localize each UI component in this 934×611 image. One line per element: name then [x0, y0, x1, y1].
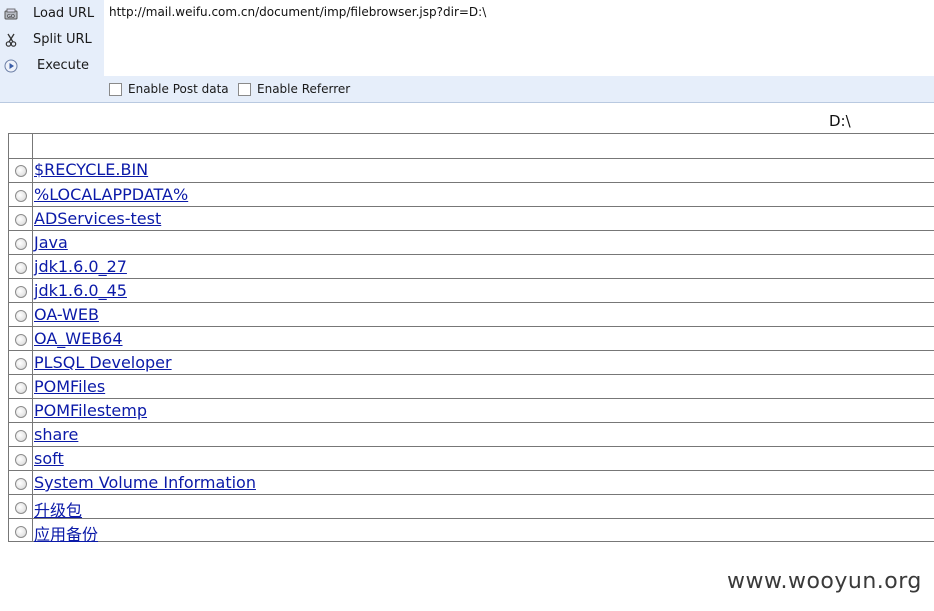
toolbar-button-column: GO Load URL Split URL Execute	[0, 0, 104, 78]
table-row: jdk1.6.0_27	[9, 254, 934, 278]
table-row: POMFilestemp	[9, 398, 934, 422]
column-divider	[32, 399, 33, 422]
current-directory: D:\	[829, 112, 851, 130]
split-url-label: Split URL	[33, 32, 92, 47]
row-select-radio[interactable]	[15, 406, 27, 418]
folder-link[interactable]: PLSQL Developer	[34, 353, 172, 372]
table-row: PLSQL Developer	[9, 350, 934, 374]
table-row: 应用备份	[9, 518, 934, 545]
play-icon	[4, 59, 18, 73]
row-select-radio[interactable]	[15, 382, 27, 394]
folder-link[interactable]: System Volume Information	[34, 473, 256, 492]
scissors-icon	[5, 33, 17, 47]
folder-link[interactable]: OA-WEB	[34, 305, 99, 324]
table-row: %LOCALAPPDATA%	[9, 182, 934, 206]
enable-post-data-checkbox[interactable]	[109, 83, 122, 96]
column-divider	[32, 375, 33, 398]
table-row: System Volume Information	[9, 470, 934, 494]
column-divider	[32, 471, 33, 494]
folder-link[interactable]: jdk1.6.0_27	[34, 257, 127, 276]
load-url-button[interactable]: GO Load URL	[0, 2, 104, 26]
execute-button[interactable]: Execute	[0, 54, 104, 78]
table-header-row	[9, 134, 934, 159]
table-row: share	[9, 422, 934, 446]
table-row: $RECYCLE.BIN	[9, 158, 934, 182]
column-divider	[32, 231, 33, 254]
header-divider	[32, 134, 33, 158]
folder-link[interactable]: Java	[34, 233, 68, 252]
row-select-radio[interactable]	[15, 334, 27, 346]
row-select-radio[interactable]	[15, 358, 27, 370]
folder-link[interactable]: POMFiles	[34, 377, 105, 396]
column-divider	[32, 207, 33, 230]
folder-link[interactable]: %LOCALAPPDATA%	[34, 185, 188, 204]
row-select-radio[interactable]	[15, 238, 27, 250]
folder-link[interactable]: POMFilestemp	[34, 401, 147, 420]
watermark: www.wooyun.org	[727, 569, 922, 594]
folder-link[interactable]: 应用备份	[34, 521, 98, 545]
enable-post-data-label: Enable Post data	[128, 82, 229, 96]
file-table: $RECYCLE.BIN %LOCALAPPDATA% ADServices-tes…	[8, 133, 934, 545]
table-row: soft	[9, 446, 934, 470]
hackbar-toolbar: GO Load URL Split URL Execute http://mai…	[0, 0, 934, 103]
column-divider	[32, 327, 33, 350]
row-select-radio[interactable]	[15, 165, 27, 177]
enable-referrer-label: Enable Referrer	[257, 82, 351, 96]
column-divider	[32, 279, 33, 302]
column-divider	[32, 255, 33, 278]
column-divider	[32, 447, 33, 470]
row-select-radio[interactable]	[15, 310, 27, 322]
svg-text:GO: GO	[7, 14, 15, 20]
row-select-radio[interactable]	[15, 478, 27, 490]
row-select-radio[interactable]	[15, 214, 27, 226]
row-select-radio[interactable]	[15, 454, 27, 466]
table-row: OA-WEB	[9, 302, 934, 326]
row-select-radio[interactable]	[15, 190, 27, 202]
column-divider	[32, 351, 33, 374]
row-select-radio[interactable]	[15, 526, 27, 538]
table-row: 升级包	[9, 494, 934, 520]
column-divider	[32, 423, 33, 446]
table-row: Java	[9, 230, 934, 254]
row-select-radio[interactable]	[15, 262, 27, 274]
table-row: POMFiles	[9, 374, 934, 398]
column-divider	[32, 495, 33, 518]
table-row: ADServices-test	[9, 206, 934, 230]
folder-link[interactable]: ADServices-test	[34, 209, 161, 228]
table-row: OA_WEB64	[9, 326, 934, 350]
execute-label: Execute	[37, 58, 89, 73]
folder-link[interactable]: jdk1.6.0_45	[34, 281, 127, 300]
folder-link[interactable]: $RECYCLE.BIN	[34, 160, 148, 179]
row-select-radio[interactable]	[15, 430, 27, 442]
column-divider	[32, 303, 33, 326]
folder-link[interactable]: soft	[34, 449, 64, 468]
folder-link[interactable]: share	[34, 425, 78, 444]
split-url-button[interactable]: Split URL	[0, 28, 104, 52]
folder-link[interactable]: OA_WEB64	[34, 329, 123, 348]
enable-referrer-checkbox[interactable]	[238, 83, 251, 96]
column-divider	[32, 183, 33, 206]
table-row: jdk1.6.0_45	[9, 278, 934, 302]
load-url-label: Load URL	[33, 6, 95, 21]
column-divider	[32, 158, 33, 182]
url-input[interactable]: http://mail.weifu.com.cn/document/imp/fi…	[104, 0, 934, 76]
row-select-radio[interactable]	[15, 502, 27, 514]
column-divider	[32, 519, 33, 542]
load-url-icon: GO	[4, 8, 18, 20]
file-rows: $RECYCLE.BIN %LOCALAPPDATA% ADServices-tes…	[9, 158, 934, 545]
row-select-radio[interactable]	[15, 286, 27, 298]
